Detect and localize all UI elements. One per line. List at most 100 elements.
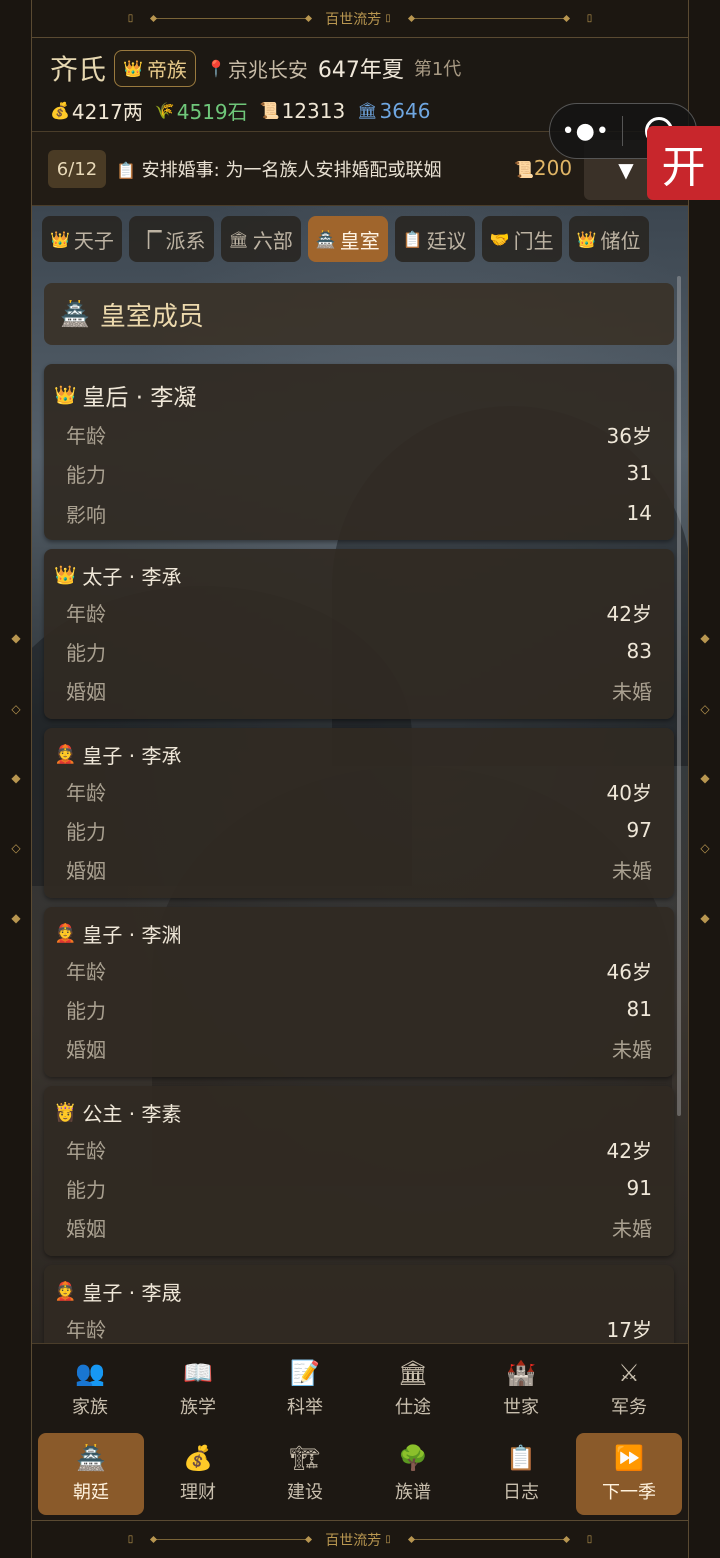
nav-label: 朝廷 bbox=[73, 1482, 109, 1503]
member-card[interactable]: 👲 皇子 · 李渊 年龄 46岁 能力 81 婚姻 未婚 bbox=[44, 907, 674, 1077]
stat-value: 未婚 bbox=[612, 679, 652, 704]
member-card[interactable]: 👸 公主 · 李素 年龄 42岁 能力 91 婚姻 未婚 bbox=[44, 1086, 674, 1256]
member-title: 👑 太子 · 李承 bbox=[54, 561, 182, 590]
flag-icon: ▕▔ bbox=[136, 229, 162, 249]
grain-resource: 🌾 4519石 bbox=[155, 96, 248, 125]
fast-forward-icon: ⏩ bbox=[614, 1444, 644, 1472]
ornament-icon: ▯ bbox=[385, 1534, 391, 1545]
diamond-ornament-icon: ◆ bbox=[11, 911, 21, 925]
bottom-frame-banner: ▯ 百世流芳 ▯ ▯ bbox=[32, 1520, 688, 1558]
handshake-icon: 🤝 bbox=[489, 229, 510, 249]
member-title: 👲 皇子 · 李渊 bbox=[54, 919, 182, 948]
nav-exams[interactable]: 📝 科举 bbox=[252, 1348, 358, 1430]
tab-label: 廷议 bbox=[426, 228, 467, 253]
castle-icon: 🏰 bbox=[506, 1359, 536, 1387]
game-title: 百世流芳 bbox=[325, 11, 382, 28]
more-menu-button[interactable]: •●• bbox=[550, 119, 622, 144]
stat-value: 42岁 bbox=[606, 1138, 652, 1163]
task-cost: 📜200 bbox=[514, 156, 572, 180]
bank-icon: 🏛 bbox=[357, 101, 378, 120]
nav-noble-houses[interactable]: 🏰 世家 bbox=[468, 1348, 574, 1430]
stat-value: 未婚 bbox=[612, 858, 652, 883]
member-name: 皇子 · 李渊 bbox=[82, 923, 182, 947]
stat-row-influence: 影响 14 bbox=[66, 498, 652, 528]
stat-row-ability: 能力 91 bbox=[66, 1173, 652, 1203]
palace-icon: 🏯 bbox=[76, 1444, 106, 1472]
member-title: 👲 皇子 · 李晟 bbox=[54, 1277, 182, 1306]
resource-row: 💰 4217两 🌾 4519石 📜 12313 🏛 3646 bbox=[50, 96, 442, 125]
member-card[interactable]: 👲 皇子 · 李晟 年龄 17岁 bbox=[44, 1265, 674, 1343]
tab-emperor[interactable]: 👑 天子 bbox=[42, 216, 122, 262]
stat-value: 未婚 bbox=[612, 1216, 652, 1241]
stat-row-marriage: 婚姻 未婚 bbox=[66, 1212, 652, 1242]
stat-label: 能力 bbox=[66, 819, 106, 844]
tab-royal-family[interactable]: 🏯 皇室 bbox=[307, 216, 388, 262]
stat-label: 年龄 bbox=[66, 1138, 106, 1163]
stat-value: 14 bbox=[626, 501, 652, 525]
stat-label: 能力 bbox=[66, 1177, 106, 1202]
chevron-down-icon: ▼ bbox=[618, 158, 634, 182]
nav-construction[interactable]: 🏗 建设 bbox=[252, 1433, 358, 1515]
stat-row-age: 年龄 42岁 bbox=[66, 597, 652, 627]
ornament-icon: ▯ bbox=[127, 1534, 134, 1545]
nav-label: 军务 bbox=[611, 1397, 647, 1418]
nav-court[interactable]: 🏯 朝廷 bbox=[38, 1433, 144, 1515]
people-icon: 👥 bbox=[75, 1359, 105, 1387]
rank-label: 帝族 bbox=[146, 57, 187, 82]
stat-row-marriage: 婚姻 未婚 bbox=[66, 854, 652, 884]
diamond-ornament-icon: ◇ bbox=[700, 702, 710, 716]
nav-genealogy[interactable]: 🌳 族谱 bbox=[360, 1433, 466, 1515]
crown-icon: 👑 bbox=[50, 229, 70, 249]
bank-icon: 🏛 bbox=[228, 229, 249, 249]
tab-factions[interactable]: ▕▔ 派系 bbox=[128, 216, 214, 262]
grain-value: 4519石 bbox=[176, 100, 248, 124]
court-tabs: 👑 天子 ▕▔ 派系 🏛 六部 🏯 皇室 📋 廷议 🤝 门生 👑 储位 bbox=[42, 216, 656, 262]
tab-disciples[interactable]: 🤝 门生 bbox=[481, 216, 562, 262]
member-card[interactable]: 👑 太子 · 李承 年龄 42岁 能力 83 婚姻 未婚 bbox=[44, 549, 674, 719]
nav-military[interactable]: ⚔ 军务 bbox=[576, 1348, 682, 1430]
prince-icon: 👲 bbox=[54, 744, 77, 765]
nav-clan-school[interactable]: 📖 族学 bbox=[145, 1348, 251, 1430]
stat-value: 40岁 bbox=[606, 780, 652, 805]
member-name: 太子 · 李承 bbox=[82, 565, 182, 589]
member-title: 👸 公主 · 李素 bbox=[54, 1098, 182, 1127]
tab-label: 皇室 bbox=[339, 228, 380, 253]
stat-label: 影响 bbox=[66, 502, 106, 527]
stat-row-ability: 能力 81 bbox=[66, 994, 652, 1024]
tab-court-debate[interactable]: 📋 廷议 bbox=[394, 216, 475, 262]
tab-succession[interactable]: 👑 储位 bbox=[568, 216, 649, 262]
diamond-ornament-icon: ◆ bbox=[700, 911, 710, 925]
silver-value: 4217两 bbox=[71, 100, 143, 124]
ornament-rule bbox=[151, 18, 312, 19]
tab-ministries[interactable]: 🏛 六部 bbox=[220, 216, 301, 262]
task-description[interactable]: 📋 安排婚事: 为一名族人安排婚配或联姻 bbox=[116, 156, 441, 182]
stat-row-age: 年龄 17岁 bbox=[66, 1313, 652, 1343]
stat-label: 婚姻 bbox=[66, 858, 106, 883]
next-season-button[interactable]: ⏩ 下一季 bbox=[576, 1433, 682, 1515]
nav-log[interactable]: 📋 日志 bbox=[468, 1433, 574, 1515]
stat-value: 31 bbox=[626, 461, 652, 485]
nav-career[interactable]: 🏛 仕途 bbox=[360, 1348, 466, 1430]
clipboard-icon: 📋 bbox=[506, 1444, 536, 1472]
nav-finance[interactable]: 💰 理财 bbox=[145, 1433, 251, 1515]
left-frame-rail: ◆ ◇ ◆ ◇ ◆ bbox=[0, 0, 32, 1558]
diamond-ornament-icon: ◇ bbox=[11, 702, 21, 716]
stat-label: 能力 bbox=[66, 462, 106, 487]
tree-icon: 🌳 bbox=[398, 1444, 428, 1472]
member-card[interactable]: 👲 皇子 · 李承 年龄 40岁 能力 97 婚姻 未婚 bbox=[44, 728, 674, 898]
stat-row-marriage: 婚姻 未婚 bbox=[66, 675, 652, 705]
nav-family[interactable]: 👥 家族 bbox=[37, 1348, 143, 1430]
stat-value: 36岁 bbox=[606, 423, 652, 448]
open-badge[interactable]: 开 bbox=[647, 126, 720, 200]
member-card[interactable]: 👑 皇后 · 李凝 年龄 36岁 能力 31 影响 14 bbox=[44, 364, 674, 540]
stat-row-ability: 能力 31 bbox=[66, 458, 652, 488]
clipboard-icon: 📋 bbox=[402, 229, 423, 249]
ornament-icon: ▯ bbox=[586, 13, 593, 24]
bottom-nav: 👥 家族 📖 族学 📝 科举 🏛 仕途 🏰 世家 ⚔ 军务 🏯 朝廷 💰 理财 🏗 建设 🌳 族谱 … bbox=[32, 1343, 688, 1520]
scrollbar[interactable] bbox=[677, 276, 681, 1116]
nav-label: 家族 bbox=[72, 1397, 108, 1418]
memo-icon: 📝 bbox=[290, 1359, 320, 1387]
stat-label: 年龄 bbox=[66, 423, 106, 448]
ornament-icon: ▯ bbox=[586, 1534, 593, 1545]
money-bag-icon: 💰 bbox=[183, 1444, 213, 1472]
